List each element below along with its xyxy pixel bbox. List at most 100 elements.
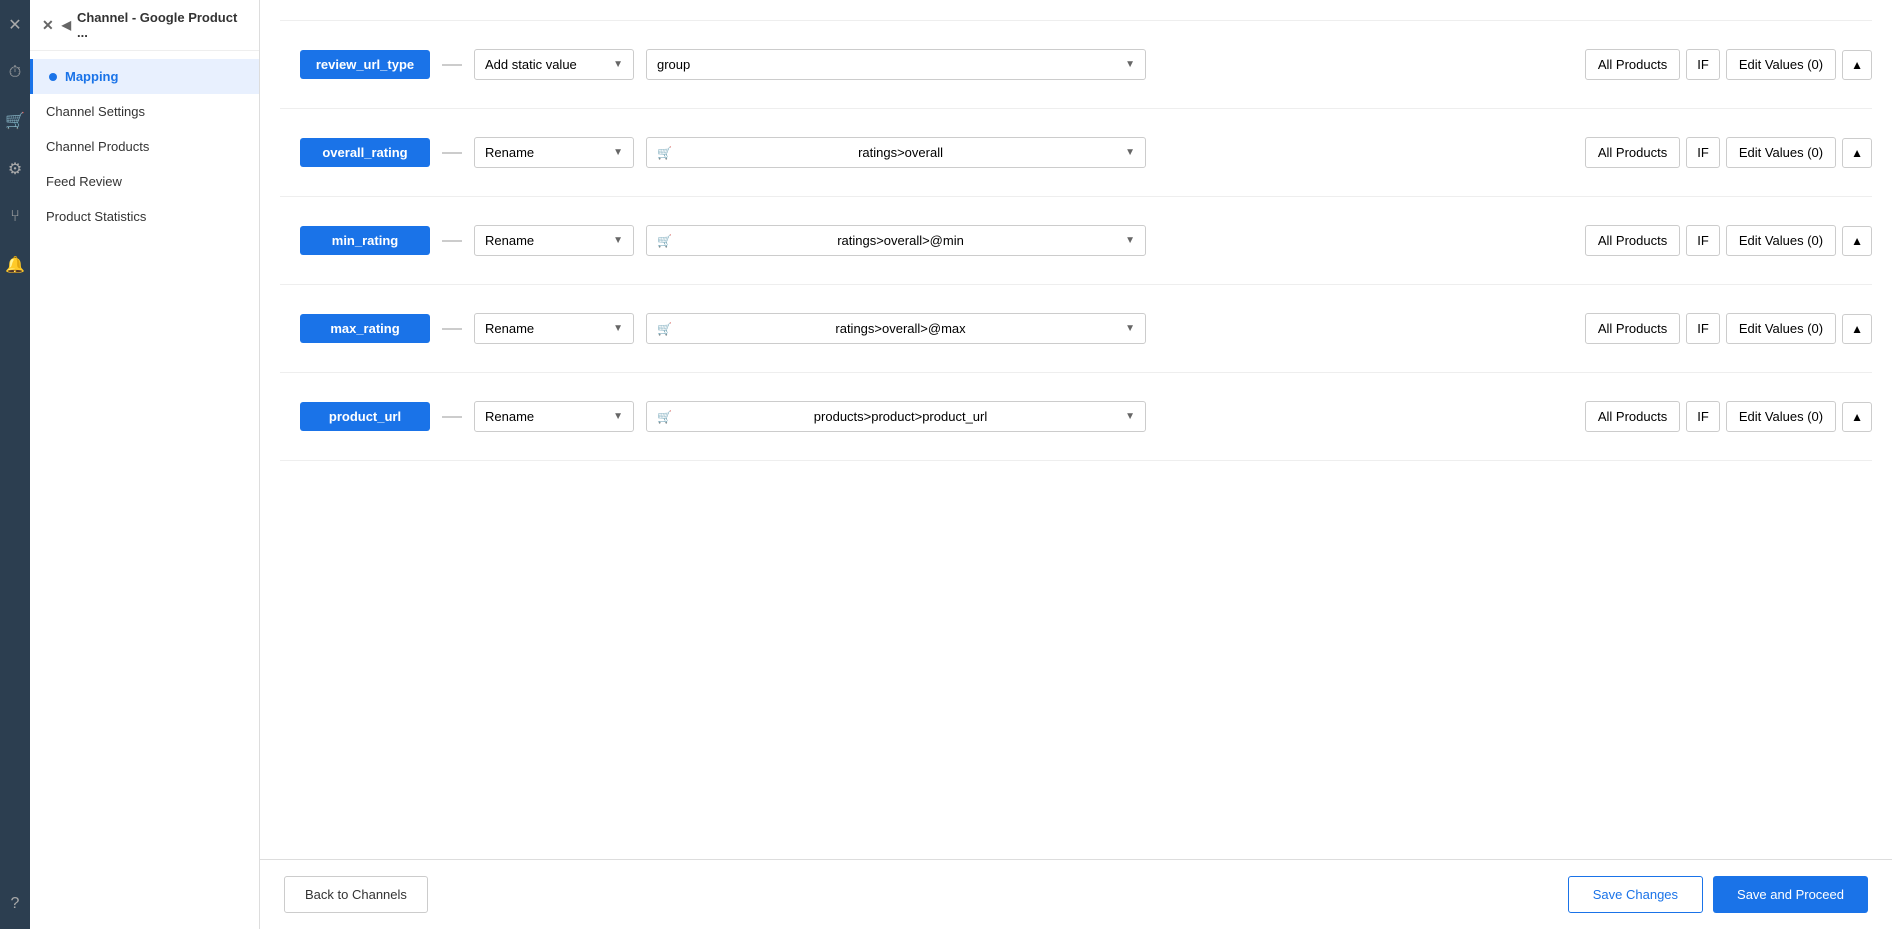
sidebar-item-product-statistics[interactable]: Product Statistics bbox=[30, 199, 259, 234]
products-button-review_url_type[interactable]: All Products bbox=[1585, 49, 1680, 80]
value-select-text-min_rating: ratings>overall>@min bbox=[837, 233, 964, 248]
if-button-product_url[interactable]: IF bbox=[1686, 401, 1720, 432]
field-badge-overall_rating: overall_rating bbox=[300, 138, 430, 167]
sidebar-item-channel-products-label: Channel Products bbox=[46, 139, 149, 154]
value-select-arrow-product_url: ▼ bbox=[1125, 411, 1135, 422]
nav-close-icon[interactable]: ✕ bbox=[42, 17, 54, 34]
nav-items: Mapping Channel Settings Channel Product… bbox=[30, 51, 259, 242]
back-to-channels-button[interactable]: Back to Channels bbox=[284, 876, 428, 913]
value-select-text-overall_rating: ratings>overall bbox=[858, 145, 943, 160]
edit-values-button-max_rating[interactable]: Edit Values (0) bbox=[1726, 313, 1836, 344]
sidebar-icons: ✕ ⏱ 🛒 ⚙ ⑂ 🔔 ? bbox=[0, 0, 30, 929]
fork-icon[interactable]: ⑂ bbox=[0, 202, 30, 232]
help-icon[interactable]: ? bbox=[0, 889, 30, 919]
mapping-row-max_rating: max_rating Rename ▼ 🛒 ratings>overall>@m… bbox=[280, 285, 1872, 373]
clock-icon[interactable]: ⏱ bbox=[0, 58, 30, 88]
footer-right: Save Changes Save and Proceed bbox=[1568, 876, 1868, 913]
products-button-min_rating[interactable]: All Products bbox=[1585, 225, 1680, 256]
right-controls-max_rating: All Products IF Edit Values (0) ▲ bbox=[1585, 313, 1872, 344]
action-select-arrow-min_rating: ▼ bbox=[613, 235, 623, 246]
sidebar-item-feed-review-label: Feed Review bbox=[46, 174, 122, 189]
expand-button-overall_rating[interactable]: ▲ bbox=[1842, 138, 1872, 168]
cart-value-icon-max_rating: 🛒 bbox=[657, 322, 672, 336]
scroll-area: review_url_type Add static value ▼ group… bbox=[260, 0, 1892, 859]
edit-values-button-min_rating[interactable]: Edit Values (0) bbox=[1726, 225, 1836, 256]
cart-icon[interactable]: 🛒 bbox=[0, 106, 30, 136]
action-select-arrow-max_rating: ▼ bbox=[613, 323, 623, 334]
bell-icon[interactable]: 🔔 bbox=[0, 250, 30, 280]
nav-arrow-icon: ◀ bbox=[62, 18, 71, 32]
mapping-row-review_url_type: review_url_type Add static value ▼ group… bbox=[280, 21, 1872, 109]
right-controls-review_url_type: All Products IF Edit Values (0) ▲ bbox=[1585, 49, 1872, 80]
if-button-min_rating[interactable]: IF bbox=[1686, 225, 1720, 256]
action-select-value-min_rating: Rename bbox=[485, 233, 534, 248]
field-badge-max_rating: max_rating bbox=[300, 314, 430, 343]
cart-value-icon-min_rating: 🛒 bbox=[657, 234, 672, 248]
value-select-text-max_rating: ratings>overall>@max bbox=[835, 321, 965, 336]
action-select-product_url[interactable]: Rename ▼ bbox=[474, 401, 634, 432]
field-badge-review_url_type: review_url_type bbox=[300, 50, 430, 79]
expand-button-max_rating[interactable]: ▲ bbox=[1842, 314, 1872, 344]
expand-button-product_url[interactable]: ▲ bbox=[1842, 402, 1872, 432]
products-button-product_url[interactable]: All Products bbox=[1585, 401, 1680, 432]
value-select-max_rating[interactable]: 🛒 ratings>overall>@max ▼ bbox=[646, 313, 1146, 344]
mapping-rows-container: review_url_type Add static value ▼ group… bbox=[280, 21, 1872, 461]
sidebar-item-channel-products[interactable]: Channel Products bbox=[30, 129, 259, 164]
sidebar-item-feed-review[interactable]: Feed Review bbox=[30, 164, 259, 199]
field-badge-min_rating: min_rating bbox=[300, 226, 430, 255]
action-select-arrow-review_url_type: ▼ bbox=[613, 59, 623, 70]
action-select-arrow-product_url: ▼ bbox=[613, 411, 623, 422]
products-button-overall_rating[interactable]: All Products bbox=[1585, 137, 1680, 168]
right-controls-product_url: All Products IF Edit Values (0) ▲ bbox=[1585, 401, 1872, 432]
partial-row bbox=[280, 0, 1872, 21]
right-controls-min_rating: All Products IF Edit Values (0) ▲ bbox=[1585, 225, 1872, 256]
edit-values-button-review_url_type[interactable]: Edit Values (0) bbox=[1726, 49, 1836, 80]
connector-line-overall_rating bbox=[442, 152, 462, 154]
sidebar-item-product-statistics-label: Product Statistics bbox=[46, 209, 146, 224]
expand-button-review_url_type[interactable]: ▲ bbox=[1842, 50, 1872, 80]
sidebar-item-channel-settings[interactable]: Channel Settings bbox=[30, 94, 259, 129]
value-select-review_url_type[interactable]: group ▼ bbox=[646, 49, 1146, 80]
products-button-max_rating[interactable]: All Products bbox=[1585, 313, 1680, 344]
expand-button-min_rating[interactable]: ▲ bbox=[1842, 226, 1872, 256]
value-select-arrow-overall_rating: ▼ bbox=[1125, 147, 1135, 158]
action-select-arrow-overall_rating: ▼ bbox=[613, 147, 623, 158]
mapping-row-overall_rating: overall_rating Rename ▼ 🛒 ratings>overal… bbox=[280, 109, 1872, 197]
action-select-value-product_url: Rename bbox=[485, 409, 534, 424]
mapping-row-product_url: product_url Rename ▼ 🛒 products>product>… bbox=[280, 373, 1872, 461]
nav-panel: ✕ ◀ Channel - Google Product ... Mapping… bbox=[30, 0, 260, 929]
nav-title: Channel - Google Product ... bbox=[77, 10, 247, 40]
close-icon[interactable]: ✕ bbox=[0, 10, 30, 40]
settings-icon[interactable]: ⚙ bbox=[0, 154, 30, 184]
action-select-max_rating[interactable]: Rename ▼ bbox=[474, 313, 634, 344]
edit-values-button-product_url[interactable]: Edit Values (0) bbox=[1726, 401, 1836, 432]
connector-line-review_url_type bbox=[442, 64, 462, 66]
action-select-min_rating[interactable]: Rename ▼ bbox=[474, 225, 634, 256]
value-select-product_url[interactable]: 🛒 products>product>product_url ▼ bbox=[646, 401, 1146, 432]
cart-value-icon-overall_rating: 🛒 bbox=[657, 146, 672, 160]
value-select-text-product_url: products>product>product_url bbox=[814, 409, 987, 424]
if-button-review_url_type[interactable]: IF bbox=[1686, 49, 1720, 80]
if-button-overall_rating[interactable]: IF bbox=[1686, 137, 1720, 168]
action-select-value-max_rating: Rename bbox=[485, 321, 534, 336]
if-button-max_rating[interactable]: IF bbox=[1686, 313, 1720, 344]
value-select-arrow-min_rating: ▼ bbox=[1125, 235, 1135, 246]
main-content: review_url_type Add static value ▼ group… bbox=[260, 0, 1892, 929]
action-select-value-review_url_type: Add static value bbox=[485, 57, 577, 72]
edit-values-button-overall_rating[interactable]: Edit Values (0) bbox=[1726, 137, 1836, 168]
value-select-min_rating[interactable]: 🛒 ratings>overall>@min ▼ bbox=[646, 225, 1146, 256]
action-select-overall_rating[interactable]: Rename ▼ bbox=[474, 137, 634, 168]
connector-line-min_rating bbox=[442, 240, 462, 242]
field-badge-product_url: product_url bbox=[300, 402, 430, 431]
sidebar-item-mapping-label: Mapping bbox=[65, 69, 118, 84]
value-select-overall_rating[interactable]: 🛒 ratings>overall ▼ bbox=[646, 137, 1146, 168]
save-changes-button[interactable]: Save Changes bbox=[1568, 876, 1703, 913]
value-select-arrow-review_url_type: ▼ bbox=[1125, 59, 1135, 70]
save-and-proceed-button[interactable]: Save and Proceed bbox=[1713, 876, 1868, 913]
action-select-review_url_type[interactable]: Add static value ▼ bbox=[474, 49, 634, 80]
connector-line-max_rating bbox=[442, 328, 462, 330]
sidebar-item-mapping[interactable]: Mapping bbox=[30, 59, 259, 94]
nav-header: ✕ ◀ Channel - Google Product ... bbox=[30, 0, 259, 51]
value-select-arrow-max_rating: ▼ bbox=[1125, 323, 1135, 334]
cart-value-icon-product_url: 🛒 bbox=[657, 410, 672, 424]
